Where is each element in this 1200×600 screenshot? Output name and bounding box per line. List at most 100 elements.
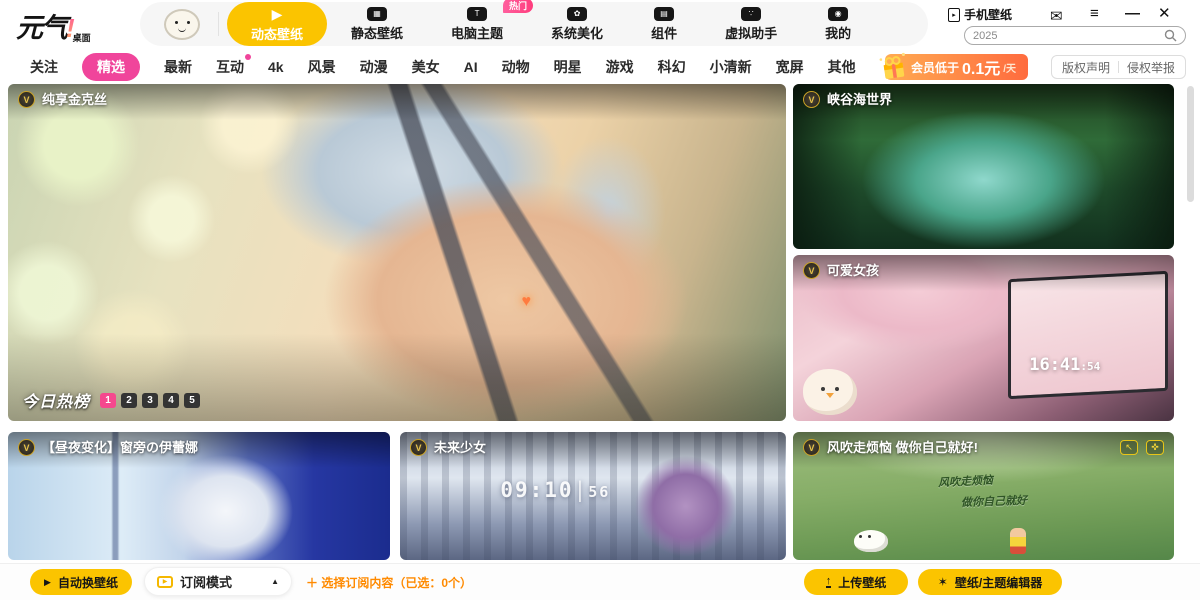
tab-system-beautify[interactable]: ✿ 系统美化: [527, 2, 627, 46]
nav-other[interactable]: 其他: [828, 57, 856, 77]
search-icon[interactable]: [1164, 29, 1177, 42]
nav-follow[interactable]: 关注: [30, 57, 58, 77]
tab-virtual-assistant[interactable]: ∵ 虚拟助手: [701, 2, 801, 46]
nav-ai[interactable]: AI: [464, 59, 478, 75]
phone-wallpaper-label: 手机壁纸: [964, 6, 1012, 23]
minimize-button[interactable]: —: [1125, 4, 1140, 24]
wallpaper-card-wind-worries[interactable]: V 风吹走烦恼 做你自己就好! ↖ ✜ 风吹走烦恼 做你自己就好: [793, 432, 1174, 560]
rank-4-button[interactable]: 4: [163, 393, 179, 408]
play-icon: ▶: [44, 577, 51, 588]
tab-dynamic-wallpaper[interactable]: ▶ 动态壁纸: [227, 2, 327, 46]
card-title-overlay: V 未来少女: [400, 432, 786, 468]
editor-label: 壁纸/主题编辑器: [955, 574, 1042, 591]
legal-links: 版权声明 侵权举报: [1051, 55, 1186, 79]
nav-scifi[interactable]: 科幻: [658, 57, 686, 77]
card-title: 风吹走烦恼 做你自己就好!: [827, 439, 978, 456]
card-title: 【昼夜变化】窗旁の伊蕾娜: [42, 439, 198, 456]
card-title-overlay: V 可爱女孩: [793, 255, 1174, 291]
nav-fresh[interactable]: 小清新: [710, 57, 752, 77]
rank-5-button[interactable]: 5: [184, 393, 200, 408]
clock-widget: 09:10|56: [500, 478, 610, 502]
app-logo[interactable]: 元气!桌面: [16, 6, 134, 44]
menu-icon[interactable]: ≡: [1090, 4, 1099, 24]
clock-seconds: 56: [588, 483, 610, 501]
upload-wallpaper-button[interactable]: ↑ 上传壁纸: [804, 569, 908, 595]
tab-label: 组件: [651, 23, 677, 42]
sparkle-effect-icon[interactable]: ✜: [1146, 440, 1164, 455]
rank-buttons: 1 2 3 4 5: [100, 393, 200, 408]
tab-pc-theme[interactable]: T 电脑主题 热门: [427, 2, 527, 46]
wallpaper-card-elaina[interactable]: V 【昼夜变化】窗旁の伊蕾娜: [8, 432, 390, 560]
nav-scenery[interactable]: 风景: [308, 57, 336, 77]
nav-beauty[interactable]: 美女: [412, 57, 440, 77]
nav-4k[interactable]: 4k: [268, 59, 284, 75]
upload-label: 上传壁纸: [838, 574, 886, 591]
report-link[interactable]: 侵权举报: [1127, 59, 1175, 76]
layout-icon: ▤: [654, 7, 674, 21]
wallpaper-card-jinx[interactable]: V 纯享金克丝 ♥ 今日热榜 1 2 3 4 5: [8, 84, 786, 421]
daily-hot-rank: 今日热榜 1 2 3 4 5: [22, 388, 200, 412]
nav-interactive-label: 互动: [216, 59, 244, 75]
card-title-overlay: V 峡谷海世界: [793, 84, 1174, 120]
message-icon[interactable]: ✉: [1050, 7, 1063, 27]
avatar[interactable]: [164, 9, 200, 40]
subscribe-mode-label: 订阅模式: [180, 572, 232, 591]
copyright-link[interactable]: 版权声明: [1062, 59, 1110, 76]
wallpaper-card-future-girl[interactable]: V 未来少女 09:10|56: [400, 432, 786, 560]
top-bar: 元气!桌面 ▶ 动态壁纸 ▦ 静态壁纸 T 电脑主题 热门 ✿ 系统美化: [0, 0, 1200, 48]
nav-game[interactable]: 游戏: [606, 57, 634, 77]
dog-artwork: [854, 530, 888, 552]
logo-subtext: 桌面: [73, 33, 91, 43]
nav-anime[interactable]: 动漫: [360, 57, 388, 77]
logo-text: 元气: [16, 13, 66, 43]
tab-static-wallpaper[interactable]: ▦ 静态壁纸: [327, 2, 427, 46]
rank-1-button[interactable]: 1: [100, 393, 116, 408]
rank-2-button[interactable]: 2: [121, 393, 137, 408]
subscribe-mode-dropdown[interactable]: ▶ 订阅模式 ▲: [144, 567, 292, 596]
tab-widgets[interactable]: ▤ 组件: [627, 2, 701, 46]
nav-interactive[interactable]: 互动: [216, 57, 244, 77]
glowing-heart-icon: ♥: [521, 293, 531, 311]
card-title: 纯享金克丝: [42, 91, 107, 108]
card-title: 峡谷海世界: [827, 91, 892, 108]
clock-seconds: :54: [1080, 360, 1100, 373]
category-nav: 关注 精选 最新 互动 4k 风景 动漫 美女 AI 动物 明星 游戏 科幻 小…: [0, 52, 1200, 82]
vip-promo-banner[interactable]: 会员低于 0.1元 /天: [885, 54, 1028, 80]
caret-up-icon: ▲: [271, 577, 279, 586]
tv-icon: ▶: [157, 576, 173, 588]
nav-widescreen[interactable]: 宽屏: [776, 57, 804, 77]
auto-change-wallpaper-button[interactable]: ▶ 自动换壁纸: [30, 569, 132, 595]
window-controls: ▸ 手机壁纸 ✉ ≡ — ✕: [940, 0, 1200, 48]
bird-mascot: [803, 369, 857, 415]
select-subscribe-content-link[interactable]: ＋ 选择订阅内容（已选：0个）: [306, 574, 472, 591]
vip-badge-icon: V: [18, 91, 35, 108]
vip-unit: /天: [1003, 60, 1016, 75]
card-title-overlay: V 【昼夜变化】窗旁の伊蕾娜: [8, 432, 390, 468]
wallpaper-card-cute-girl[interactable]: V 可爱女孩 16:41:54: [793, 255, 1174, 421]
main-tab-bar: ▶ 动态壁纸 ▦ 静态壁纸 T 电脑主题 热门 ✿ 系统美化 ▤ 组件 ∵: [140, 2, 928, 46]
rank-3-button[interactable]: 3: [142, 393, 158, 408]
vip-badge-icon: V: [803, 439, 820, 456]
scrollbar-thumb[interactable]: [1187, 86, 1194, 202]
close-button[interactable]: ✕: [1158, 4, 1171, 24]
nav-animal[interactable]: 动物: [502, 57, 530, 77]
category-items: 关注 精选 最新 互动 4k 风景 动漫 美女 AI 动物 明星 游戏 科幻 小…: [0, 53, 856, 81]
vip-text: 会员低于: [911, 59, 959, 76]
nav-featured[interactable]: 精选: [82, 53, 140, 81]
flower-icon: ✿: [567, 7, 587, 21]
vip-price: 0.1元: [962, 55, 1000, 79]
phone-wallpaper-link[interactable]: ▸ 手机壁纸: [948, 6, 1012, 23]
nav-star[interactable]: 明星: [554, 57, 582, 77]
tab-mine[interactable]: ◉ 我的: [801, 2, 875, 46]
interactive-cursor-icon[interactable]: ↖: [1120, 440, 1138, 455]
paw-icon: ∵: [741, 7, 761, 21]
image-icon: ▦: [367, 7, 387, 21]
shirt-icon: T: [467, 7, 487, 21]
nav-latest[interactable]: 最新: [164, 57, 192, 77]
wallpaper-card-canyon-sea[interactable]: V 峡谷海世界: [793, 84, 1174, 249]
wallpaper-theme-editor-button[interactable]: ✶ 壁纸/主题编辑器: [918, 569, 1062, 595]
search-input[interactable]: [973, 30, 1164, 42]
divider: [218, 12, 219, 36]
notification-dot: [245, 54, 251, 60]
search-box[interactable]: [964, 26, 1186, 45]
